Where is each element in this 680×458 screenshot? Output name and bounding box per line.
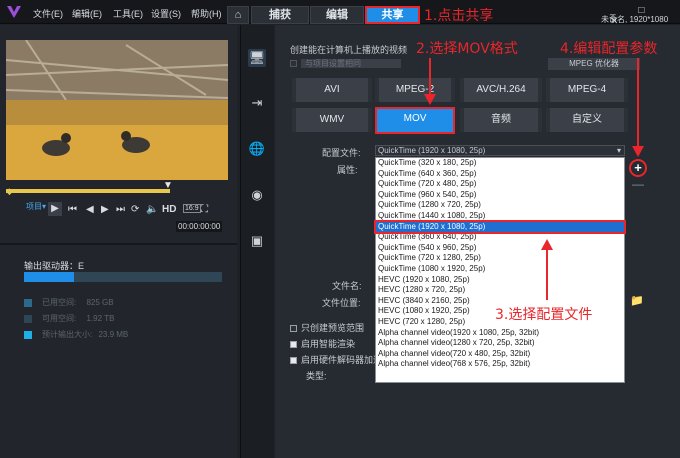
profile-option[interactable]: QuickTime (1280 x 720, 25p) [376, 200, 624, 211]
next-frame-icon[interactable]: ▶ [101, 204, 109, 215]
aspect-icon[interactable]: 16:9 [183, 204, 201, 213]
tab-edit[interactable]: 编辑 [310, 6, 364, 24]
format-custom[interactable]: 自定义 [546, 108, 628, 132]
attributes-label: 属性: [337, 165, 358, 175]
annotation-step4: 4.编辑配置参数 [560, 41, 658, 57]
profile-option[interactable]: Alpha channel video(720 x 480, 25p, 32bi… [376, 349, 624, 360]
disc-icon[interactable]: ◉ [248, 186, 266, 204]
computer-icon[interactable]: 🖥 [248, 49, 266, 67]
profile-option[interactable]: QuickTime (960 x 540, 25p) [376, 190, 624, 201]
mpeg-optimizer-button[interactable]: MPEG 优化器 [548, 58, 640, 70]
format-mov[interactable]: MOV [375, 107, 455, 134]
3d-icon[interactable]: ▣ [248, 232, 266, 250]
tab-share[interactable]: 共享 [365, 6, 420, 24]
arrow-step4 [628, 58, 648, 158]
profile-option[interactable]: QuickTime (640 x 360, 25p) [376, 169, 624, 180]
profile-option[interactable]: QuickTime (540 x 960, 25p) [376, 243, 624, 254]
start-icon[interactable]: ⏮ [68, 204, 77, 215]
web-icon[interactable]: 🌐 [248, 140, 266, 158]
profile-option[interactable]: HEVC (1280 x 720, 25p) [376, 285, 624, 296]
format-avc[interactable]: AVC/H.264 [460, 78, 542, 102]
type-label: 类型: [306, 371, 327, 381]
trim-start-handle[interactable]: ◆ [6, 186, 16, 196]
tab-capture[interactable]: 捕获 [251, 6, 309, 24]
prev-frame-icon[interactable]: ◀ [86, 204, 94, 215]
profile-option[interactable]: QuickTime (720 x 480, 25p) [376, 179, 624, 190]
format-wmv[interactable]: WMV [292, 108, 372, 132]
device-icon[interactable]: ⇥ [248, 94, 266, 112]
annotation-step2: 2.选择MOV格式 [416, 41, 518, 57]
same-as-project-option[interactable]: 与项目设置相同 [290, 58, 401, 69]
project-mode-select[interactable]: 项目▾ [26, 201, 46, 212]
profile-dropdown-list[interactable]: QuickTime (320 x 180, 25p) QuickTime (640… [374, 157, 626, 383]
panel-divider [0, 243, 237, 245]
video-preview [6, 40, 228, 180]
format-avi[interactable]: AVI [292, 78, 372, 102]
section-heading: 创建能在计算机上播放的视频 [290, 45, 408, 55]
playhead[interactable]: ▼ [163, 180, 173, 191]
arrow-step3 [537, 238, 557, 300]
profile-option[interactable]: QuickTime (720 x 1280, 25p) [376, 253, 624, 264]
menu-edit[interactable]: 编辑(E) [72, 7, 102, 20]
annotation-step1: 1.点击共享 [424, 8, 494, 24]
arrow-step2 [420, 58, 440, 106]
app-logo-icon [7, 6, 21, 18]
profile-option[interactable]: QuickTime (360 x 640, 25p) [376, 232, 624, 243]
fullscreen-icon[interactable]: ⛶ [201, 204, 208, 215]
volume-icon[interactable]: 🔈 [146, 204, 158, 215]
profile-option[interactable]: QuickTime (320 x 180, 25p) [376, 158, 624, 169]
home-icon: ⌂ [234, 9, 242, 21]
filename-label: 文件名: [332, 281, 362, 291]
remove-profile-button[interactable]: — [632, 177, 644, 191]
repeat-icon[interactable]: ⟳ [131, 204, 139, 215]
chevron-down-icon: ▾ [616, 146, 621, 155]
video-frame [6, 40, 228, 180]
profile-option[interactable]: QuickTime (1080 x 1920, 25p) [376, 264, 624, 275]
location-label: 文件位置: [322, 298, 361, 308]
profile-option[interactable]: Alpha channel video(1280 x 720, 25p, 32b… [376, 338, 624, 349]
annotation-step3: 3.选择配置文件 [495, 307, 593, 323]
folder-icon[interactable]: 📁 [630, 294, 644, 307]
profile-option[interactable]: Alpha channel video(1920 x 1080, 25p, 32… [376, 328, 624, 339]
format-audio[interactable]: 音频 [460, 108, 542, 132]
legend-free: 可用空间: 1.92 TB [24, 313, 114, 324]
format-mpeg4[interactable]: MPEG-4 [546, 78, 628, 102]
profile-option[interactable]: QuickTime (1920 x 1080, 25p) [374, 219, 626, 235]
option-preview-range[interactable]: 只创建预览范围 [290, 321, 364, 334]
option-hw-decoder[interactable]: 启用硬件解码器加速 [290, 353, 382, 366]
legend-used: 已用空间: 825 GB [24, 297, 114, 308]
profile-option[interactable]: HEVC (1920 x 1080, 25p) [376, 275, 624, 286]
profile-select[interactable]: QuickTime (1920 x 1080, 25p) ▾ [375, 145, 625, 156]
profile-label: 配置文件: [322, 148, 361, 158]
format-mpeg2[interactable]: MPEG-2 [375, 78, 455, 102]
menu-file[interactable]: 文件(E) [33, 7, 63, 20]
output-drive-label: 输出驱动器：E [24, 261, 85, 271]
project-info: 未命名, 1920*1080 [601, 15, 669, 24]
end-icon[interactable]: ⏭ [116, 204, 125, 215]
play-icon[interactable]: ▶ [48, 202, 62, 216]
profile-option[interactable]: Alpha channel video(768 x 576, 25p, 32bi… [376, 359, 624, 370]
hd-toggle[interactable]: HD [162, 204, 176, 215]
home-button[interactable]: ⌂ [227, 6, 249, 24]
legend-estimate: 预计输出大小: 23.9 MB [24, 329, 128, 340]
option-smart-render[interactable]: 启用智能渲染 [290, 337, 355, 350]
scrub-bar[interactable] [6, 189, 170, 193]
drive-usage-fill [24, 272, 74, 282]
menu-settings[interactable]: 设置(S) [151, 7, 181, 20]
add-profile-button[interactable]: + [629, 159, 647, 177]
profile-option[interactable]: QuickTime (1440 x 1080, 25p) [376, 211, 624, 222]
timecode[interactable]: 00:00:00:00 [176, 221, 223, 232]
menu-help[interactable]: 帮助(H) [191, 7, 222, 20]
menu-tools[interactable]: 工具(E) [113, 7, 143, 20]
